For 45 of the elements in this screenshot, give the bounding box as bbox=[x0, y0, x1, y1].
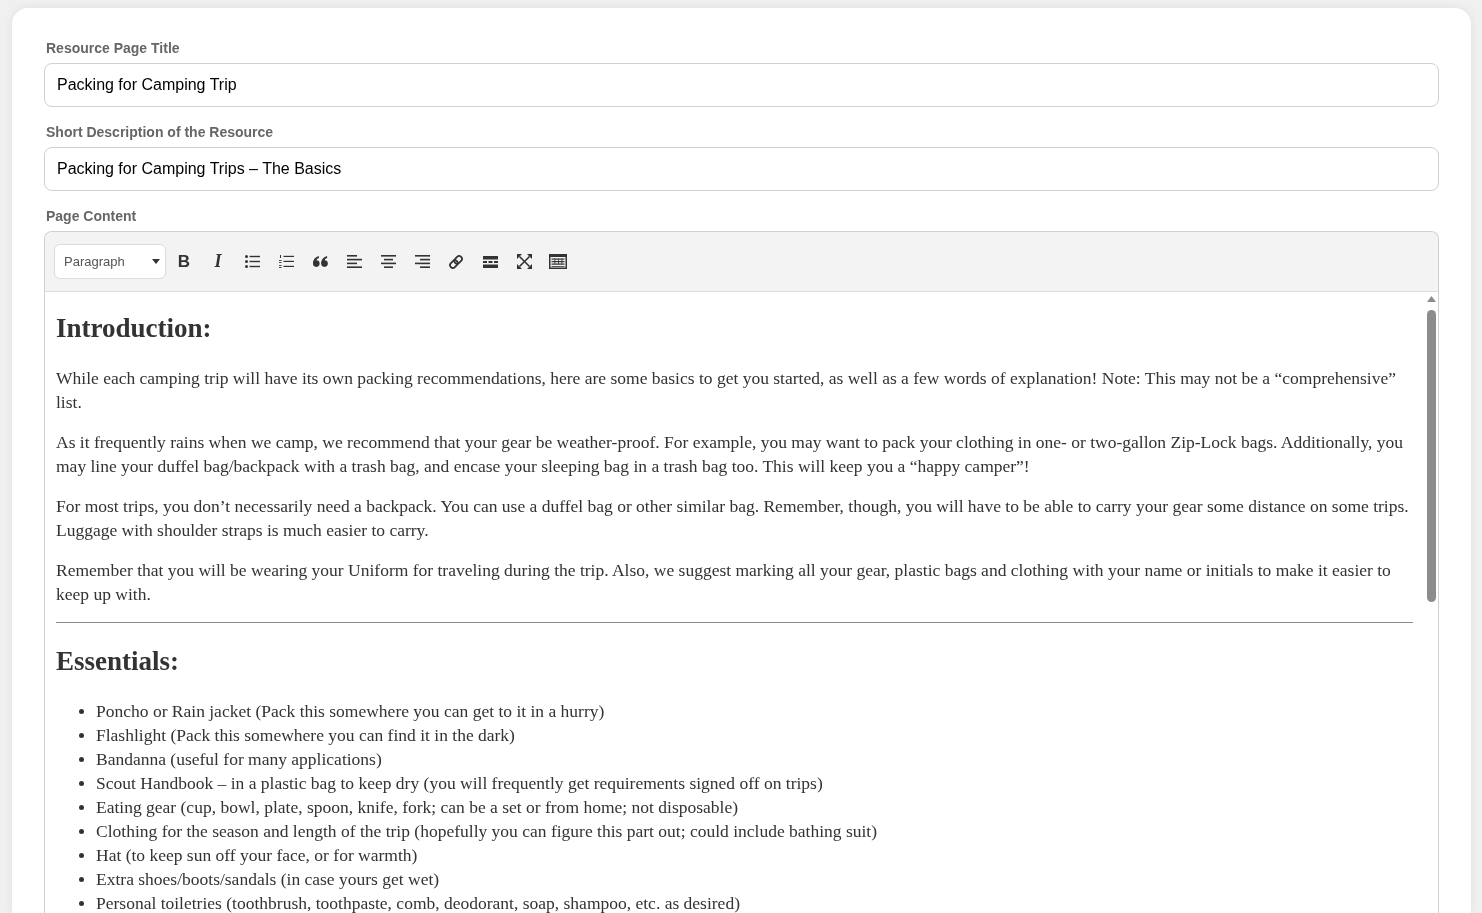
italic-button[interactable]: I bbox=[202, 245, 234, 278]
bullet-icon bbox=[79, 852, 84, 858]
list-item: Extra shoes/boots/sandals (in case yours get wet) bbox=[96, 869, 440, 889]
list-item: Scout Handbook – in a plastic bag to keep dry (you will frequently get requirements signed off on trips) bbox=[96, 773, 823, 793]
quote-icon bbox=[312, 256, 328, 267]
bullet-icon bbox=[79, 828, 84, 834]
bullet-icon bbox=[79, 708, 84, 714]
scrollbar-thumb[interactable] bbox=[1426, 310, 1436, 602]
bold-button[interactable]: B bbox=[168, 245, 200, 278]
content-heading: Essentials: bbox=[56, 645, 180, 677]
paragraph: For most trips, you don’t necessarily need a backpack. You can use a duffel bag or other similar bag. Remember, though, you will have to be able to carry your gear some distance on some trips. Luggage with shoulder straps is much easier to carry. bbox=[56, 495, 1410, 542]
numbered-list-icon bbox=[278, 255, 294, 268]
link-icon bbox=[448, 253, 464, 270]
table-icon bbox=[549, 254, 567, 269]
bullet-list-icon bbox=[244, 255, 260, 268]
horizontal-rule-icon bbox=[482, 255, 498, 268]
list-item: Eating gear (cup, bowl, plate, spoon, knife, fork; can be a set or from home; not disposable) bbox=[96, 797, 738, 817]
bullet-icon bbox=[79, 876, 84, 882]
bullet-icon bbox=[79, 804, 84, 810]
format-select[interactable]: Paragraph bbox=[54, 244, 166, 279]
paragraph: While each camping trip will have its own packing recommendations, here are some basics to get you started, as well as a few words of explanation! Note: This may not be a “comprehensive” list. bbox=[56, 367, 1397, 414]
text-input[interactable]: Packing for Camping Trip bbox=[44, 63, 1439, 107]
field-label: Page Content bbox=[46, 208, 137, 224]
list-item: Bandanna (useful for many applications) bbox=[96, 749, 382, 769]
align-center-icon bbox=[380, 255, 396, 268]
content-heading: Introduction: bbox=[56, 312, 212, 344]
field-label: Short Description of the Resource bbox=[46, 124, 274, 140]
align-right-icon bbox=[414, 255, 430, 268]
field-label: Resource Page Title bbox=[46, 40, 180, 56]
list-item: Flashlight (Pack this somewhere you can find it in the dark) bbox=[96, 725, 515, 745]
bullet-icon bbox=[79, 756, 84, 762]
bullet-icon bbox=[79, 780, 84, 786]
list-item: Hat (to keep sun off your face, or for warmth) bbox=[96, 845, 418, 865]
text-input[interactable]: Packing for Camping Trips – The Basics bbox=[44, 147, 1439, 191]
list-item: Clothing for the season and length of the trip (hopefully you can figure this part out; could include bathing suit) bbox=[96, 821, 877, 841]
caret-icon bbox=[152, 259, 160, 264]
list-item: Poncho or Rain jacket (Pack this somewhere you can get to it in a hurry) bbox=[96, 701, 605, 721]
paragraph: Remember that you will be wearing your Uniform for traveling during the trip. Also, we suggest marking all your gear, plastic bags and clothing with your name or initials to make it easier to keep up with. bbox=[56, 559, 1392, 606]
list-item: Personal toiletries (toothbrush, toothpaste, comb, deodorant, soap, shampoo, etc. as desired) bbox=[96, 893, 740, 913]
bullet-icon bbox=[79, 732, 84, 738]
bullet-icon bbox=[79, 900, 84, 906]
fullscreen-icon bbox=[516, 254, 532, 269]
align-left-icon bbox=[346, 255, 362, 268]
scroll-up-icon[interactable] bbox=[1426, 296, 1436, 302]
paragraph: As it frequently rains when we camp, we recommend that your gear be weather-proof. For example, you may want to pack your clothing in one- or two-gallon Zip-Lock bags. Additionally, you may line your duffel bag/backpack with a trash bag, and encase your sleeping bag in a trash bag too. This will keep you a “happy camper”! bbox=[56, 431, 1405, 478]
